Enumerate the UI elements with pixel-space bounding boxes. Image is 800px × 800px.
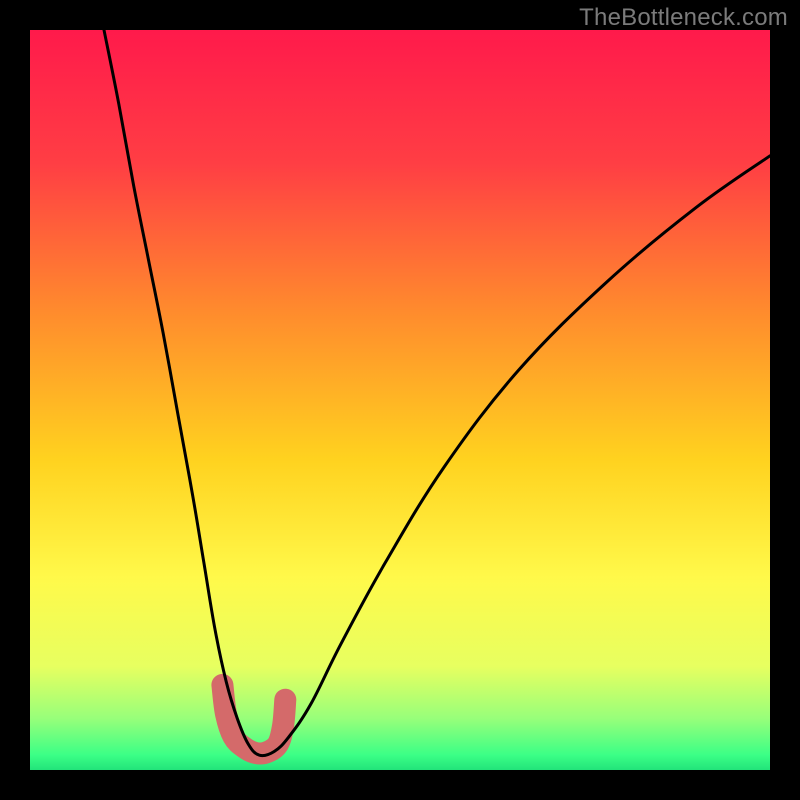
watermark-text: TheBottleneck.com: [579, 4, 788, 32]
plot-area-bg: [30, 30, 770, 770]
bottleneck-chart: [0, 0, 800, 800]
